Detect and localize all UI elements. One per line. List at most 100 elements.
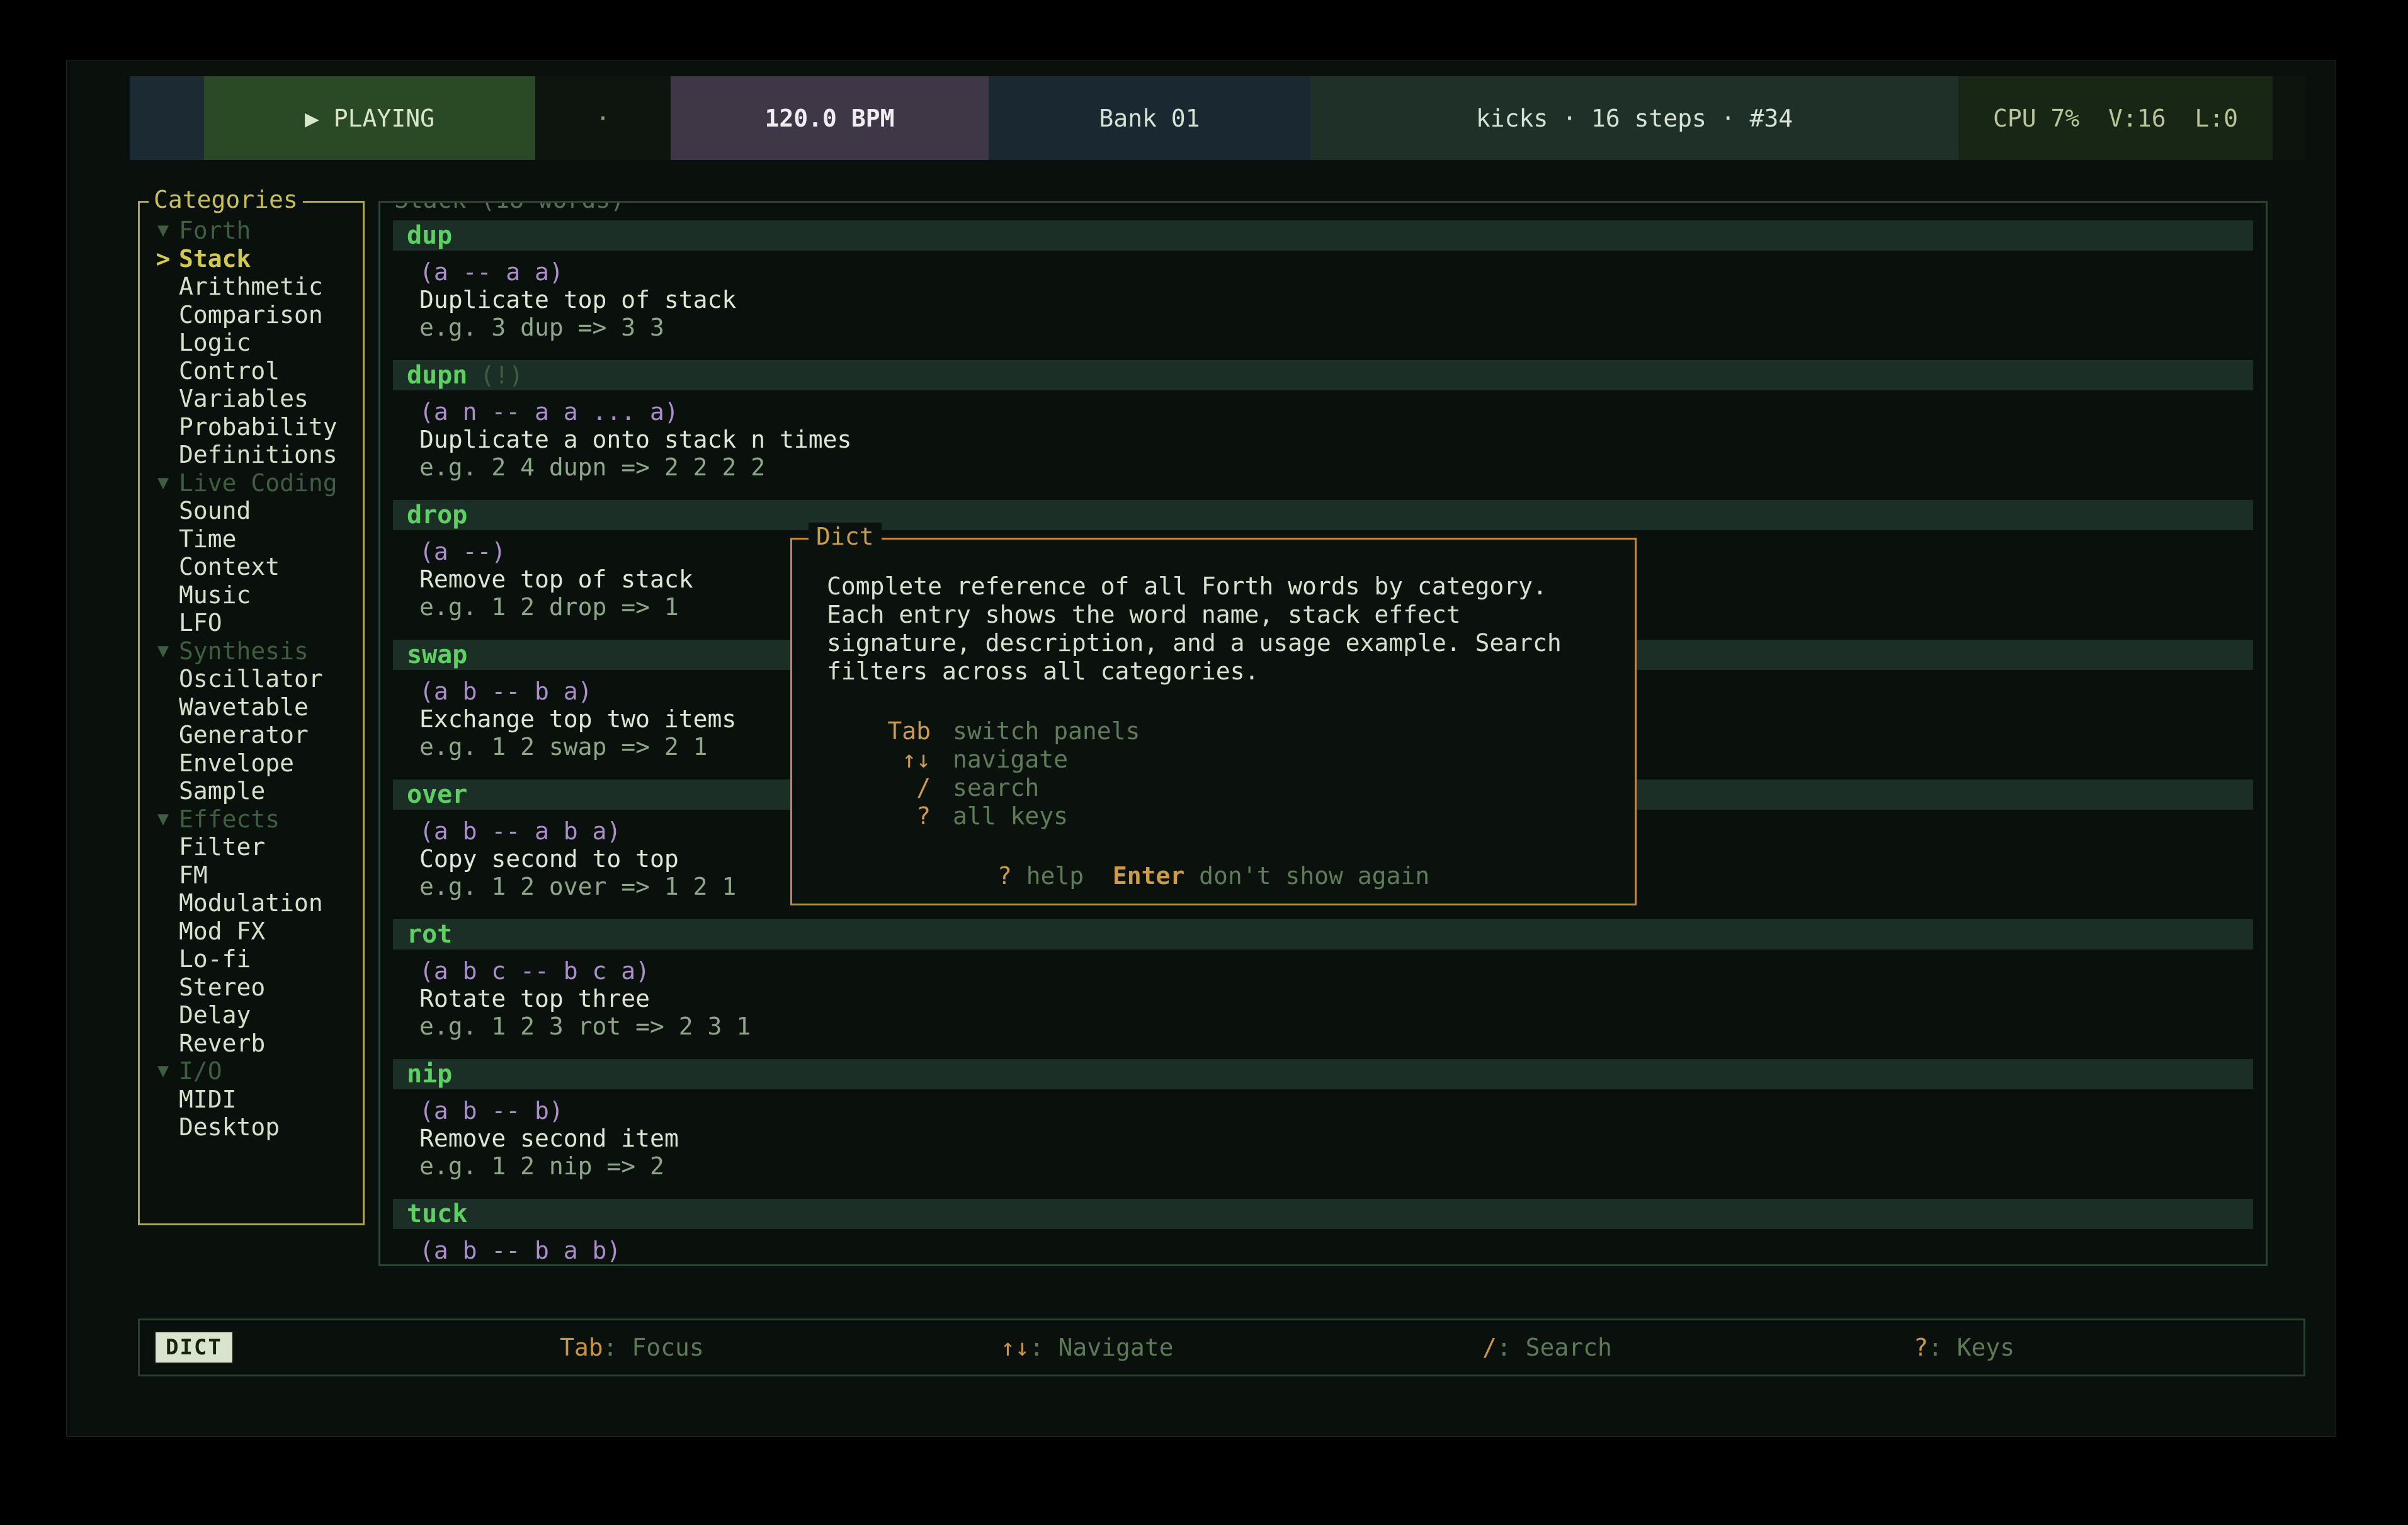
stack-effect: (a -- a a)	[393, 258, 2253, 286]
shortcut-row: /search	[792, 774, 1635, 802]
pattern-info: kicks · 16 steps · #34	[1310, 76, 1958, 160]
word-header: tuck	[393, 1199, 2253, 1229]
caret-down-icon: ▼	[150, 637, 176, 666]
word-name: over	[407, 780, 467, 809]
word-entry-dup[interactable]: dup (a -- a a) Duplicate top of stack e.…	[393, 220, 2253, 341]
sidebar-item-oscillator[interactable]: Oscillator	[140, 665, 363, 693]
sidebar-section-forth[interactable]: ▼Forth	[140, 217, 363, 245]
sidebar-item-lo-fi[interactable]: Lo-fi	[140, 945, 363, 973]
shortcut-row: ?all keys	[792, 802, 1635, 831]
dialog-body-line: filters across all categories.	[827, 657, 1610, 686]
word-header: dupn (!)	[393, 360, 2253, 390]
sidebar-section-effects[interactable]: ▼Effects	[140, 805, 363, 834]
sidebar-item-music[interactable]: Music	[140, 581, 363, 609]
caret-down-icon: ▼	[150, 805, 176, 834]
sidebar-item-definitions[interactable]: Definitions	[140, 441, 363, 469]
word-example: e.g. 2 4 dupn => 2 2 2 2	[393, 453, 2253, 481]
dialog-title: Dict	[809, 523, 882, 550]
word-entry-dupn[interactable]: dupn (!) (a n -- a a ... a) Duplicate a o…	[393, 360, 2253, 481]
shortcut-desc: switch panels	[953, 717, 1140, 745]
sidebar-item-logic[interactable]: Logic	[140, 329, 363, 357]
sidebar-item-arithmetic[interactable]: Arithmetic	[140, 273, 363, 301]
sidebar-item-modulation[interactable]: Modulation	[140, 889, 363, 917]
hint-keys: ?: Keys	[1914, 1320, 2014, 1375]
sidebar-section-live-coding[interactable]: ▼Live Coding	[140, 469, 363, 497]
top-status-bar: ▶ PLAYING · 120.0 BPM Bank 01 kicks · 16…	[130, 76, 2305, 160]
dialog-body-line: Complete reference of all Forth words by…	[827, 572, 1610, 601]
topbar-spacer	[130, 76, 204, 160]
bpm-display: 120.0 BPM	[671, 76, 989, 160]
dialog-body-line: Each entry shows the word name, stack ef…	[827, 601, 1610, 629]
dialog-footer: ? help Enter don't show again	[792, 862, 1635, 890]
categories-panel-title: Categories	[149, 186, 303, 213]
sidebar-item-mod-fx[interactable]: Mod FX	[140, 917, 363, 946]
caret-down-icon: ▼	[150, 1057, 176, 1086]
dict-help-dialog: Dict Complete reference of all Forth wor…	[790, 538, 1637, 905]
sidebar-item-control[interactable]: Control	[140, 357, 363, 385]
word-name: nip	[407, 1060, 452, 1089]
sidebar-section-io[interactable]: ▼I/O	[140, 1057, 363, 1086]
hint-focus: Tab: Focus	[560, 1320, 704, 1375]
word-name: dupn	[407, 361, 467, 390]
caret-down-icon: ▼	[150, 469, 176, 497]
mode-badge: DICT	[156, 1320, 232, 1375]
sidebar-item-lfo[interactable]: LFO	[140, 609, 363, 637]
word-entry-tuck[interactable]: tuck (a b -- b a b)	[393, 1199, 2253, 1264]
sidebar-item-generator[interactable]: Generator	[140, 721, 363, 749]
dialog-body-line: signature, description, and a usage exam…	[827, 629, 1610, 657]
word-name: rot	[407, 920, 452, 949]
sidebar-item-reverb[interactable]: Reverb	[140, 1029, 363, 1058]
hint-search: /: Search	[1482, 1320, 1612, 1375]
sidebar-item-probability[interactable]: Probability	[140, 413, 363, 441]
word-example: e.g. 1 2 nip => 2	[393, 1152, 2253, 1180]
sidebar-item-comparison[interactable]: Comparison	[140, 301, 363, 329]
word-note: (!)	[480, 361, 523, 389]
sidebar-item-fm[interactable]: FM	[140, 861, 363, 890]
word-header: drop	[393, 500, 2253, 530]
topbar-filler	[2273, 76, 2305, 160]
shortcut-key: ↑↓	[792, 745, 931, 774]
sidebar-item-midi[interactable]: MIDI	[140, 1086, 363, 1114]
word-name: dup	[407, 221, 452, 250]
sidebar-item-context[interactable]: Context	[140, 553, 363, 581]
word-entry-rot[interactable]: rot (a b c -- b c a) Rotate top three e.…	[393, 919, 2253, 1040]
sidebar-item-desktop[interactable]: Desktop	[140, 1113, 363, 1142]
bank-display: Bank 01	[989, 76, 1310, 160]
bottom-status-bar: DICT Tab: Focus ↑↓: Navigate /: Search ?…	[138, 1318, 2305, 1376]
transport-status: ▶ PLAYING	[204, 76, 535, 160]
sidebar-item-sample[interactable]: Sample	[140, 777, 363, 805]
help-key-hint: ?	[997, 862, 1012, 890]
stack-effect: (a b -- b)	[393, 1097, 2253, 1125]
word-entry-nip[interactable]: nip (a b -- b) Remove second item e.g. 1…	[393, 1059, 2253, 1180]
enter-key-hint: Enter	[1113, 862, 1184, 890]
sidebar-item-filter[interactable]: Filter	[140, 833, 363, 861]
sidebar-item-wavetable[interactable]: Wavetable	[140, 693, 363, 722]
stack-effect: (a b c -- b c a)	[393, 957, 2253, 985]
sidebar-item-variables[interactable]: Variables	[140, 385, 363, 413]
word-name: drop	[407, 501, 467, 530]
dialog-shortcuts: Tab switch panels ↑↓navigate /search ?all…	[792, 717, 1635, 831]
sidebar-section-synthesis[interactable]: ▼Synthesis	[140, 637, 363, 666]
sidebar-item-stack[interactable]: >Stack	[140, 245, 363, 273]
shortcut-key: Tab	[792, 717, 931, 745]
word-example: e.g. 3 dup => 3 3	[393, 314, 2253, 341]
sidebar-item-stereo[interactable]: Stereo	[140, 973, 363, 1002]
word-description: Rotate top three	[393, 985, 2253, 1012]
sidebar-item-time[interactable]: Time	[140, 525, 363, 553]
shortcut-row: ↑↓navigate	[792, 745, 1635, 774]
categories-panel: Categories ▼Forth >Stack Arithmetic Comp…	[138, 201, 365, 1225]
word-list-panel-title: Stack (18 words)	[389, 201, 630, 213]
sidebar-item-envelope[interactable]: Envelope	[140, 749, 363, 778]
word-example: e.g. 1 2 3 rot => 2 3 1	[393, 1012, 2253, 1040]
word-description: Duplicate top of stack	[393, 286, 2253, 314]
stack-effect: (a b -- b a b)	[393, 1237, 2253, 1264]
word-description: Remove second item	[393, 1125, 2253, 1152]
system-stats: CPU 7% V:16 L:0	[1958, 76, 2273, 160]
sidebar-item-delay[interactable]: Delay	[140, 1001, 363, 1029]
word-header: dup	[393, 220, 2253, 251]
stack-effect: (a n -- a a ... a)	[393, 398, 2253, 426]
word-header: rot	[393, 919, 2253, 950]
word-description: Duplicate a onto stack n times	[393, 426, 2253, 453]
sidebar-item-sound[interactable]: Sound	[140, 497, 363, 525]
app-window: ▶ PLAYING · 120.0 BPM Bank 01 kicks · 16…	[66, 60, 2336, 1437]
